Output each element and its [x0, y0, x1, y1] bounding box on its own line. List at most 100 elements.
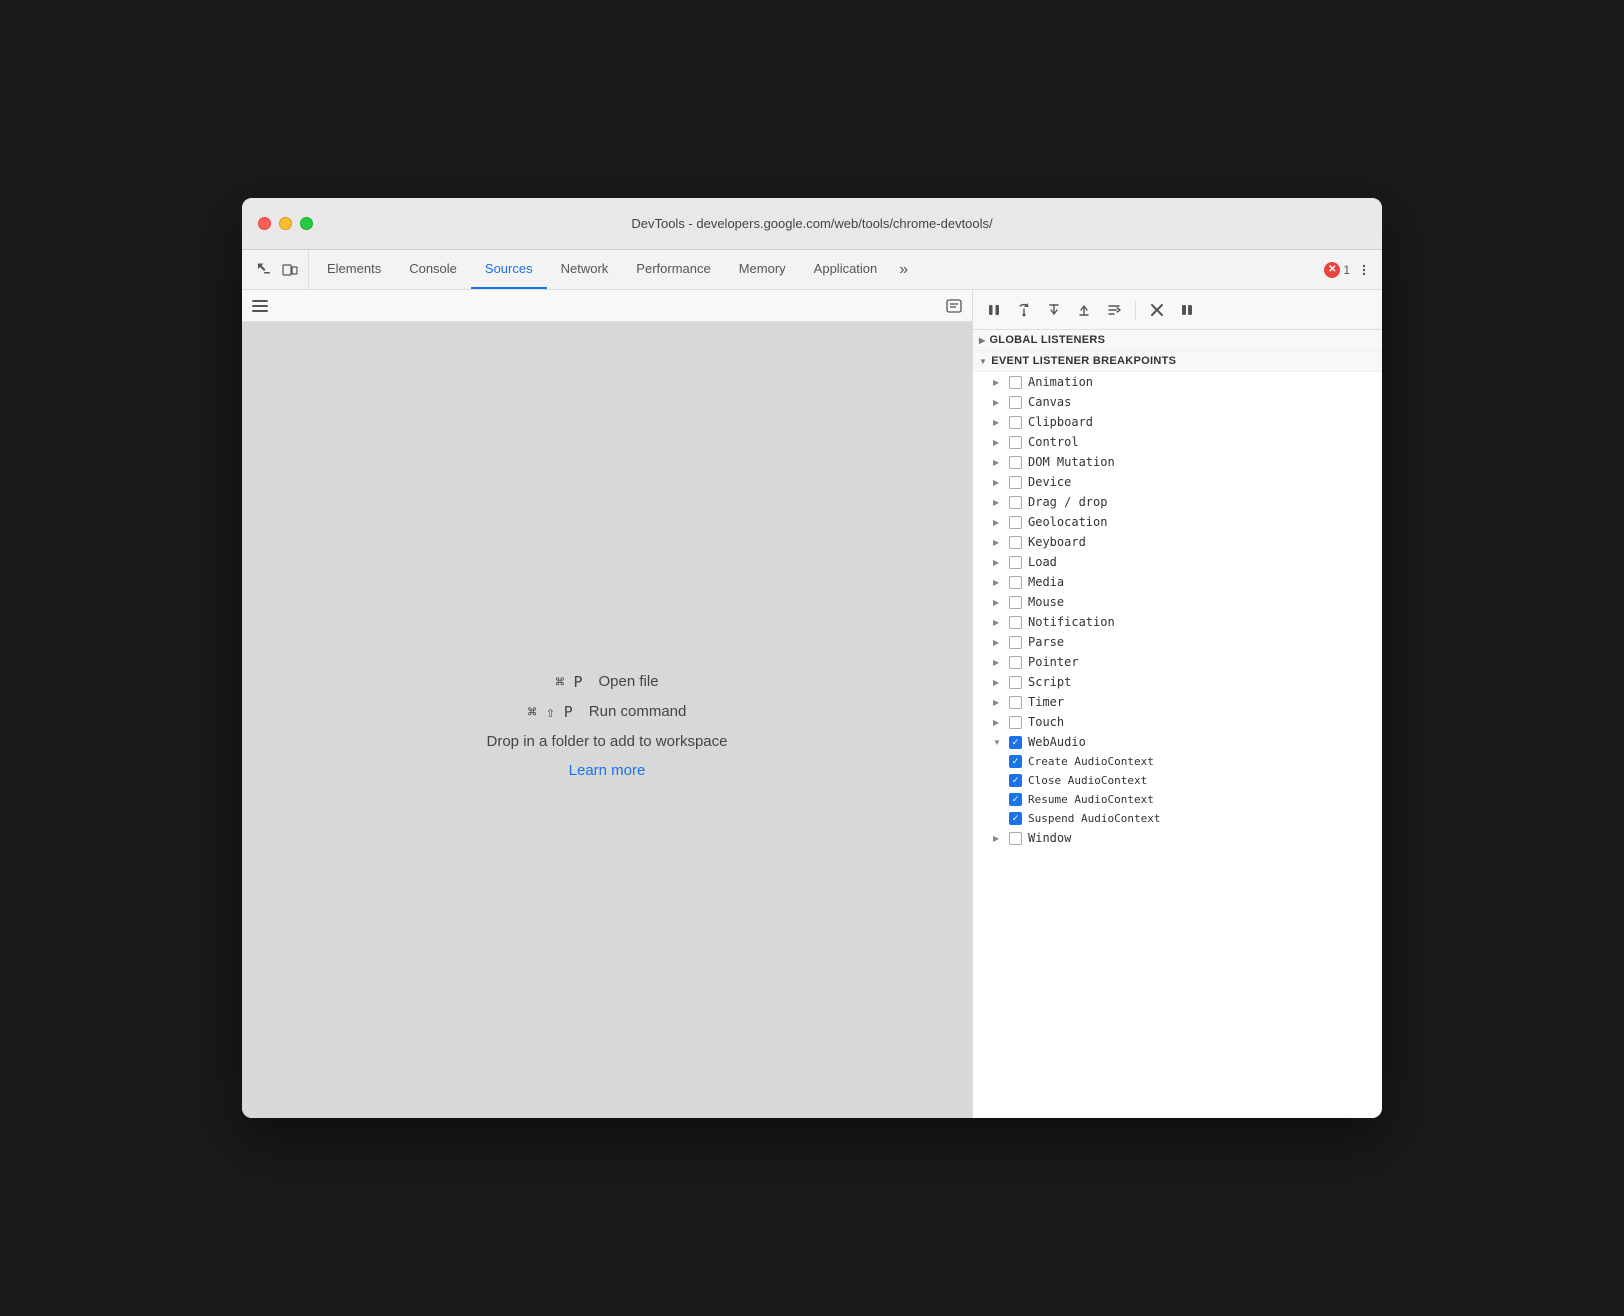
step-button[interactable]	[1101, 297, 1127, 323]
error-badge[interactable]: ✕ 1	[1324, 262, 1350, 278]
bp-item-animation[interactable]: Animation	[973, 372, 1382, 392]
keyboard-arrow[interactable]	[993, 538, 1003, 547]
canvas-checkbox[interactable]	[1009, 396, 1022, 409]
canvas-arrow[interactable]	[993, 398, 1003, 407]
event-listener-breakpoints-header[interactable]: Event Listener Breakpoints	[973, 351, 1382, 372]
tab-network[interactable]: Network	[547, 250, 623, 289]
pointer-arrow[interactable]	[993, 658, 1003, 667]
mouse-checkbox[interactable]	[1009, 596, 1022, 609]
pause-on-exceptions-button[interactable]	[1174, 297, 1200, 323]
show-navigator-icon[interactable]	[248, 294, 272, 318]
bp-item-pointer[interactable]: Pointer	[973, 652, 1382, 672]
pause-resume-button[interactable]	[981, 297, 1007, 323]
bp-item-drag-drop[interactable]: Drag / drop	[973, 492, 1382, 512]
control-checkbox[interactable]	[1009, 436, 1022, 449]
learn-more-link[interactable]: Learn more	[569, 762, 646, 779]
bp-item-touch[interactable]: Touch	[973, 712, 1382, 732]
webaudio-arrow[interactable]	[993, 738, 1003, 747]
mouse-arrow[interactable]	[993, 598, 1003, 607]
deactivate-breakpoints-button[interactable]	[1144, 297, 1170, 323]
bp-item-control[interactable]: Control	[973, 432, 1382, 452]
script-arrow[interactable]	[993, 678, 1003, 687]
step-into-button[interactable]	[1041, 297, 1067, 323]
more-tabs-button[interactable]: »	[891, 250, 916, 289]
device-toggle-icon[interactable]	[280, 260, 300, 280]
geolocation-checkbox[interactable]	[1009, 516, 1022, 529]
step-over-button[interactable]	[1011, 297, 1037, 323]
animation-arrow[interactable]	[993, 378, 1003, 387]
drag-drop-arrow[interactable]	[993, 498, 1003, 507]
geolocation-arrow[interactable]	[993, 518, 1003, 527]
bp-item-webaudio[interactable]: WebAudio	[973, 732, 1382, 752]
notification-checkbox[interactable]	[1009, 616, 1022, 629]
dom-mutation-arrow[interactable]	[993, 458, 1003, 467]
event-listener-triangle	[979, 357, 987, 366]
window-checkbox[interactable]	[1009, 832, 1022, 845]
webaudio-checkbox[interactable]	[1009, 736, 1022, 749]
timer-arrow[interactable]	[993, 698, 1003, 707]
window-arrow[interactable]	[993, 834, 1003, 843]
keyboard-checkbox[interactable]	[1009, 536, 1022, 549]
timer-label: Timer	[1028, 695, 1064, 709]
tab-memory[interactable]: Memory	[725, 250, 800, 289]
media-checkbox[interactable]	[1009, 576, 1022, 589]
tab-sources[interactable]: Sources	[471, 250, 547, 289]
bp-item-timer[interactable]: Timer	[973, 692, 1382, 712]
clipboard-checkbox[interactable]	[1009, 416, 1022, 429]
bp-item-keyboard[interactable]: Keyboard	[973, 532, 1382, 552]
device-arrow[interactable]	[993, 478, 1003, 487]
touch-checkbox[interactable]	[1009, 716, 1022, 729]
tab-elements[interactable]: Elements	[313, 250, 395, 289]
create-audiocontext-checkbox[interactable]	[1009, 755, 1022, 768]
parse-checkbox[interactable]	[1009, 636, 1022, 649]
dom-mutation-checkbox[interactable]	[1009, 456, 1022, 469]
open-file-label: Open file	[599, 673, 659, 690]
bp-item-load[interactable]: Load	[973, 552, 1382, 572]
pointer-checkbox[interactable]	[1009, 656, 1022, 669]
tab-console[interactable]: Console	[395, 250, 471, 289]
bp-item-resume-audiocontext[interactable]: Resume AudioContext	[973, 790, 1382, 809]
minimize-button[interactable]	[279, 217, 292, 230]
show-debugger-icon[interactable]	[942, 294, 966, 318]
close-audiocontext-checkbox[interactable]	[1009, 774, 1022, 787]
bp-item-create-audiocontext[interactable]: Create AudioContext	[973, 752, 1382, 771]
breakpoints-panel[interactable]: Global Listeners Event Listener Breakpoi…	[973, 330, 1382, 1118]
bp-item-close-audiocontext[interactable]: Close AudioContext	[973, 771, 1382, 790]
step-out-button[interactable]	[1071, 297, 1097, 323]
bp-item-media[interactable]: Media	[973, 572, 1382, 592]
drag-drop-checkbox[interactable]	[1009, 496, 1022, 509]
bp-item-suspend-audiocontext[interactable]: Suspend AudioContext	[973, 809, 1382, 828]
bp-item-mouse[interactable]: Mouse	[973, 592, 1382, 612]
maximize-button[interactable]	[300, 217, 313, 230]
media-arrow[interactable]	[993, 578, 1003, 587]
device-checkbox[interactable]	[1009, 476, 1022, 489]
clipboard-arrow[interactable]	[993, 418, 1003, 427]
load-arrow[interactable]	[993, 558, 1003, 567]
global-listeners-header[interactable]: Global Listeners	[973, 330, 1382, 351]
bp-item-notification[interactable]: Notification	[973, 612, 1382, 632]
bp-item-window[interactable]: Window	[973, 828, 1382, 848]
tab-application[interactable]: Application	[800, 250, 892, 289]
notification-arrow[interactable]	[993, 618, 1003, 627]
timer-checkbox[interactable]	[1009, 696, 1022, 709]
bp-item-clipboard[interactable]: Clipboard	[973, 412, 1382, 432]
control-arrow[interactable]	[993, 438, 1003, 447]
bp-item-canvas[interactable]: Canvas	[973, 392, 1382, 412]
script-checkbox[interactable]	[1009, 676, 1022, 689]
sources-content: ⌘ P Open file ⌘ ⇧ P Run command Drop in …	[242, 322, 972, 1118]
tab-performance[interactable]: Performance	[622, 250, 724, 289]
load-checkbox[interactable]	[1009, 556, 1022, 569]
bp-item-dom-mutation[interactable]: DOM Mutation	[973, 452, 1382, 472]
devtools-settings-icon[interactable]	[1354, 260, 1374, 280]
parse-arrow[interactable]	[993, 638, 1003, 647]
close-button[interactable]	[258, 217, 271, 230]
inspect-element-icon[interactable]	[254, 260, 274, 280]
bp-item-parse[interactable]: Parse	[973, 632, 1382, 652]
bp-item-device[interactable]: Device	[973, 472, 1382, 492]
bp-item-script[interactable]: Script	[973, 672, 1382, 692]
suspend-audiocontext-checkbox[interactable]	[1009, 812, 1022, 825]
bp-item-geolocation[interactable]: Geolocation	[973, 512, 1382, 532]
resume-audiocontext-checkbox[interactable]	[1009, 793, 1022, 806]
animation-checkbox[interactable]	[1009, 376, 1022, 389]
touch-arrow[interactable]	[993, 718, 1003, 727]
